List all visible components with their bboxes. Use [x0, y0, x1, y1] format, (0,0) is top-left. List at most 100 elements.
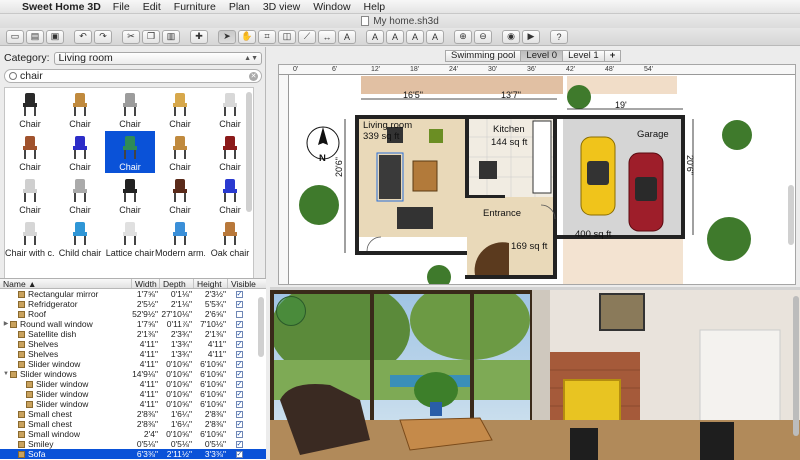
catalog-item[interactable]: Chair with c... — [5, 217, 55, 259]
catalog-item[interactable]: Oak chair — [205, 217, 253, 259]
table-scrollbar[interactable] — [258, 297, 264, 357]
visible-checkbox[interactable]: ✓ — [235, 290, 243, 298]
tab-level-1[interactable]: Level 1 — [562, 50, 605, 62]
table-row[interactable]: Refridgerator 2'5½" 2'1⅛" 5'5¾" ✓ — [0, 299, 266, 309]
help-button[interactable]: ? — [550, 29, 568, 44]
add-furniture-button[interactable]: ✚ — [190, 29, 208, 44]
decrease-text-button[interactable]: A — [426, 29, 444, 44]
catalog-item[interactable]: Modern arm... — [155, 217, 205, 259]
table-row[interactable]: Small window 2'4" 0'10⅝" 6'10⅝" ✓ — [0, 429, 266, 439]
tree-toggle-icon[interactable]: ▶ — [2, 319, 10, 329]
undo-button[interactable]: ↶ — [74, 29, 92, 44]
pan-mode-button[interactable]: ✋ — [238, 29, 256, 44]
open-button[interactable]: ▤ — [26, 29, 44, 44]
col-height-header[interactable]: Height — [194, 279, 228, 289]
table-row[interactable]: Satellite dish 2'1⅜" 2'3¾" 2'1⅜" ✓ — [0, 329, 266, 339]
table-row[interactable]: Roof 52'9½" 27'10⅛" 2'6⅝" — [0, 309, 266, 319]
plan-scrollbar[interactable] — [788, 185, 794, 245]
visible-checkbox[interactable]: ✓ — [235, 300, 243, 308]
catalog-item[interactable]: Chair — [55, 88, 105, 130]
visible-checkbox[interactable]: ✓ — [235, 360, 243, 368]
table-row[interactable]: Shelves 4'11" 1'3¾" 4'11" ✓ — [0, 349, 266, 359]
table-row[interactable]: ▶ Round wall window 1'7⅝" 0'11⅞" 7'10½" ✓ — [0, 319, 266, 329]
menu-window[interactable]: Window — [313, 1, 350, 13]
table-row[interactable]: Shelves 4'11" 1'3¾" 4'11" ✓ — [0, 339, 266, 349]
catalog-item[interactable]: Chair — [155, 131, 205, 173]
visible-checkbox[interactable]: ✓ — [235, 420, 243, 428]
zoom-out-button[interactable]: ⊖ — [474, 29, 492, 44]
catalog-item[interactable]: Chair — [5, 131, 55, 173]
table-row[interactable]: Slider window 4'11" 0'10⅝" 6'10⅝" ✓ — [0, 389, 266, 399]
tab-level-0[interactable]: Level 0 — [520, 50, 564, 62]
3d-navigation-control[interactable] — [276, 296, 306, 326]
visible-checkbox[interactable]: ✓ — [235, 450, 243, 458]
table-row[interactable]: Rectangular mirror 1'7⅝" 0'1⅛" 2'3½" ✓ — [0, 289, 266, 299]
col-width-header[interactable]: Width — [132, 279, 160, 289]
visible-checkbox[interactable]: ✓ — [235, 350, 243, 358]
catalog-item[interactable]: Child chair — [55, 217, 105, 259]
catalog-item[interactable]: Chair — [5, 88, 55, 130]
visible-checkbox[interactable]: ✓ — [235, 340, 243, 348]
increase-text-button[interactable]: A — [406, 29, 424, 44]
table-row[interactable]: Slider window 4'11" 0'10⅝" 6'10⅝" ✓ — [0, 379, 266, 389]
catalog-item[interactable]: Chair — [55, 131, 105, 173]
menu-file[interactable]: File — [113, 1, 130, 13]
visible-checkbox[interactable]: ✓ — [235, 440, 243, 448]
tab-swimming-pool[interactable]: Swimming pool — [445, 50, 522, 62]
visible-checkbox[interactable]: ✓ — [235, 410, 243, 418]
add-text-button[interactable]: A — [338, 29, 356, 44]
create-walls-button[interactable]: ⌗ — [258, 29, 276, 44]
create-video-button[interactable]: ▶ — [522, 29, 540, 44]
text-style-italic-button[interactable]: A — [386, 29, 404, 44]
menu-app-name[interactable]: Sweet Home 3D — [22, 1, 101, 13]
visible-checkbox[interactable]: ✓ — [235, 430, 243, 438]
visible-checkbox[interactable]: ✓ — [235, 370, 243, 378]
clear-search-icon[interactable]: ✕ — [249, 71, 258, 81]
catalog-item[interactable]: Chair — [105, 131, 155, 173]
table-row[interactable]: Slider window 4'11" 0'10⅝" 6'10⅝" ✓ — [0, 359, 266, 369]
3d-view-scrollbar[interactable] — [793, 296, 799, 436]
menu-furniture[interactable]: Furniture — [174, 1, 216, 13]
new-home-button[interactable]: ▭ — [6, 29, 24, 44]
catalog-item[interactable]: Chair — [205, 174, 253, 216]
menu-plan[interactable]: Plan — [229, 1, 250, 13]
table-row[interactable]: Sofa 6'3⅜" 2'11½" 3'3⅜" ✓ — [0, 449, 266, 459]
visible-checkbox[interactable] — [235, 310, 243, 318]
catalog-item[interactable]: Chair — [55, 174, 105, 216]
menu-3d-view[interactable]: 3D view — [263, 1, 300, 13]
menu-edit[interactable]: Edit — [143, 1, 161, 13]
table-row[interactable]: Smiley 0'5⅛" 0'5⅛" 0'5⅛" ✓ — [0, 439, 266, 449]
catalog-item[interactable]: Lattice chair — [105, 217, 155, 259]
table-row[interactable]: Small chest 2'8⅜" 1'6¼" 2'8⅜" ✓ — [0, 409, 266, 419]
visible-checkbox[interactable]: ✓ — [235, 380, 243, 388]
table-row[interactable]: ▼ Slider windows 14'9⅛" 0'10⅝" 6'10⅝" ✓ — [0, 369, 266, 379]
visible-checkbox[interactable]: ✓ — [235, 390, 243, 398]
redo-button[interactable]: ↷ — [94, 29, 112, 44]
catalog-item[interactable]: Chair — [205, 131, 253, 173]
search-field[interactable]: chair ✕ — [4, 69, 262, 83]
catalog-item[interactable]: Chair — [205, 88, 253, 130]
category-select[interactable]: Living room ▲▼ — [53, 51, 262, 65]
col-visible-header[interactable]: Visible — [228, 279, 256, 289]
catalog-item[interactable]: Chair — [155, 88, 205, 130]
catalog-item[interactable]: Chair — [105, 174, 155, 216]
copy-button[interactable]: ❐ — [142, 29, 160, 44]
create-dimensions-button[interactable]: ↔ — [318, 29, 336, 44]
cut-button[interactable]: ✂ — [122, 29, 140, 44]
paste-button[interactable]: ▥ — [162, 29, 180, 44]
create-rooms-button[interactable]: ◫ — [278, 29, 296, 44]
col-depth-header[interactable]: Depth — [160, 279, 194, 289]
create-photo-button[interactable]: ◉ — [502, 29, 520, 44]
tree-toggle-icon[interactable]: ▼ — [2, 369, 10, 379]
menu-help[interactable]: Help — [364, 1, 386, 13]
3d-view[interactable] — [270, 290, 800, 460]
table-row[interactable]: Slider window 4'11" 0'10⅝" 6'10⅝" ✓ — [0, 399, 266, 409]
visible-checkbox[interactable]: ✓ — [235, 330, 243, 338]
visible-checkbox[interactable]: ✓ — [235, 400, 243, 408]
select-mode-button[interactable]: ➤ — [218, 29, 236, 44]
table-row[interactable]: Small chest 2'8⅜" 1'6¼" 2'8⅜" ✓ — [0, 419, 266, 429]
add-level-button[interactable]: + — [603, 50, 622, 62]
zoom-in-button[interactable]: ⊕ — [454, 29, 472, 44]
save-button[interactable]: ▣ — [46, 29, 64, 44]
create-polylines-button[interactable]: ⟋ — [298, 29, 316, 44]
